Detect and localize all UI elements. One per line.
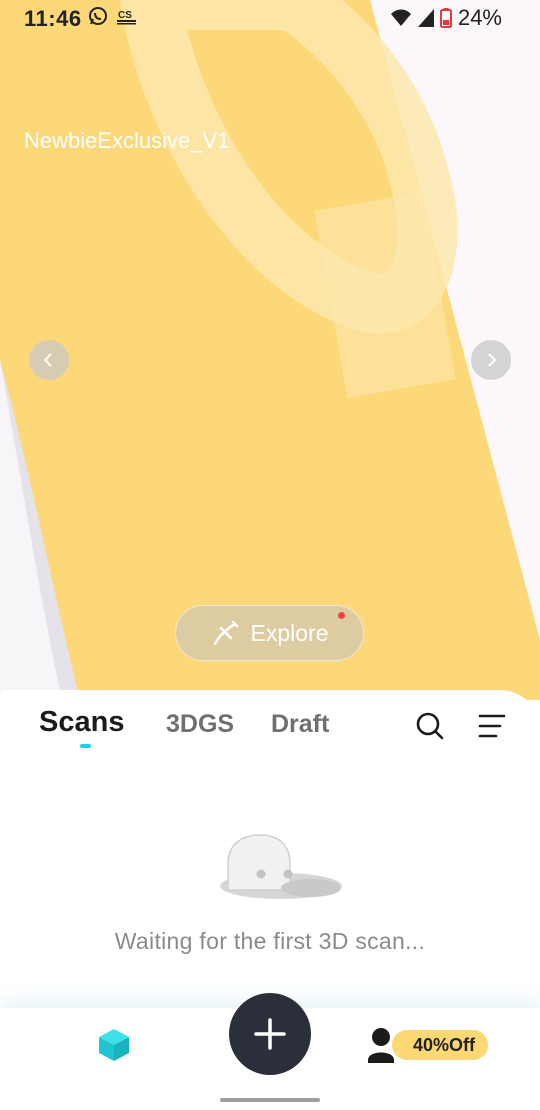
empty-ghost-illustration — [220, 834, 342, 899]
chevron-right-icon — [488, 353, 497, 367]
whatsapp-icon — [89, 7, 107, 25]
discount-badge: 40%Off — [392, 1030, 488, 1060]
cube-icon[interactable] — [96, 1027, 132, 1063]
tab-bar: Scans 3DGS Draft — [0, 690, 540, 754]
status-notification-icons: CS — [88, 6, 138, 26]
notification-dot — [338, 612, 345, 619]
profile-icon — [368, 1028, 394, 1063]
explore-label: Explore — [250, 619, 329, 646]
tab-scans[interactable]: Scans — [39, 706, 124, 739]
battery-percentage: 24% — [457, 5, 502, 30]
active-tab-indicator — [80, 744, 91, 748]
svg-text:CS: CS — [118, 10, 132, 21]
status-bar: 11:46 CS 24% — [0, 0, 540, 36]
wifi-icon — [390, 9, 411, 26]
profile-button[interactable]: 40%Off — [366, 1026, 490, 1066]
status-system-icons: 24% — [390, 5, 502, 31]
home-indicator[interactable] — [220, 1098, 320, 1102]
sort-menu-icon[interactable] — [476, 710, 508, 742]
bottom-nav: 40%Off — [0, 993, 540, 1110]
banner-next-button[interactable] — [471, 340, 511, 380]
status-time: 11:46 — [24, 6, 82, 31]
search-icon[interactable] — [414, 710, 446, 742]
satellite-icon — [213, 620, 238, 646]
signal-icon — [417, 9, 434, 27]
plus-icon — [254, 1018, 286, 1050]
explore-button[interactable]: Explore — [175, 605, 364, 661]
promo-banner[interactable]: 11:46 CS 24% NewbieExclusive_V1 Explore — [0, 0, 540, 700]
banner-artwork — [0, 0, 540, 700]
tab-3dgs[interactable]: 3DGS — [166, 710, 234, 739]
banner-prev-button[interactable] — [29, 340, 69, 380]
cs-icon: CS — [117, 10, 136, 25]
empty-state-message: Waiting for the first 3D scan... — [114, 928, 426, 954]
add-scan-button[interactable] — [229, 993, 311, 1075]
battery-icon — [439, 8, 452, 28]
chevron-left-icon — [43, 353, 52, 367]
tab-draft[interactable]: Draft — [271, 710, 329, 739]
banner-title: NewbieExclusive_V1 — [24, 128, 230, 153]
